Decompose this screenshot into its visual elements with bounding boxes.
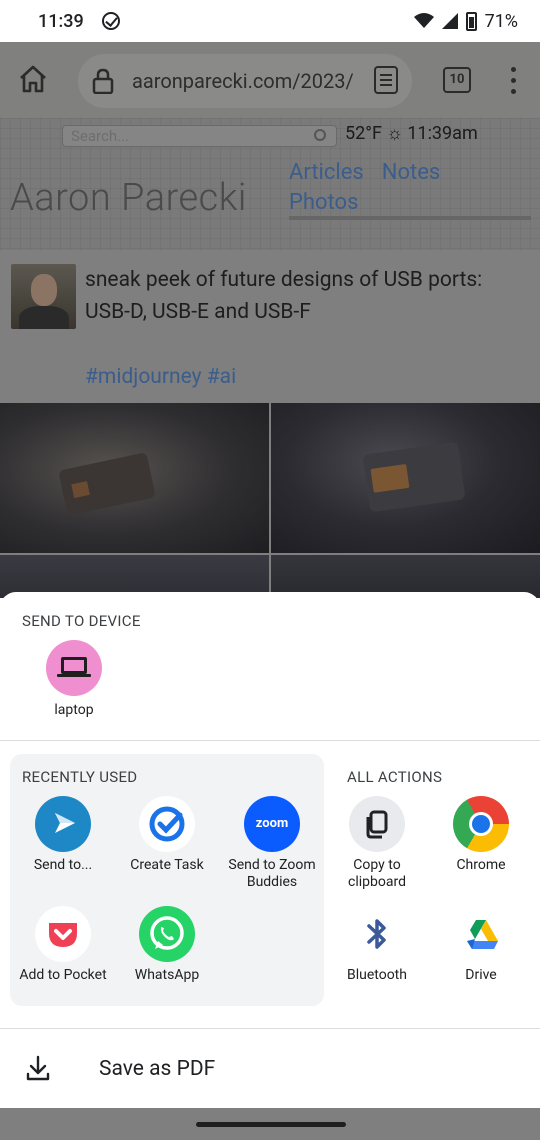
drive-icon: [453, 906, 509, 962]
action-bluetooth[interactable]: Bluetooth: [325, 906, 429, 984]
app-send-to-label: Send to...: [33, 857, 93, 873]
search-icon: [314, 129, 326, 141]
site-search-input[interactable]: Search...: [62, 125, 337, 147]
app-zoom-buddies[interactable]: zoom Send to Zoom Buddies: [220, 796, 324, 891]
save-as-pdf-row[interactable]: Save as PDF: [0, 1029, 540, 1107]
nav-articles[interactable]: Articles: [289, 160, 364, 185]
url-bar[interactable]: aaronparecki.com/2023/: [78, 54, 412, 108]
send-to-device-heading: SEND TO DEVICE: [22, 612, 141, 630]
site-nav: Articles Notes Photos: [289, 158, 458, 218]
app-create-task[interactable]: Create Task: [115, 796, 219, 874]
chrome-icon: [453, 796, 509, 852]
whatsapp-icon: [139, 906, 195, 962]
site-title[interactable]: Aaron Parecki: [10, 176, 247, 220]
save-as-pdf-label: Save as PDF: [99, 1057, 216, 1081]
app-pocket[interactable]: Add to Pocket: [11, 906, 115, 984]
battery-icon: [465, 11, 477, 31]
clipboard-icon: [349, 796, 405, 852]
battery-percent: 71%: [484, 10, 518, 32]
app-create-task-label: Create Task: [130, 857, 204, 873]
home-gesture-handle[interactable]: [196, 1122, 346, 1127]
action-copy-clipboard[interactable]: Copy to clipboard: [325, 796, 429, 891]
photo-usb-1[interactable]: [0, 403, 269, 553]
avatar: [11, 264, 76, 329]
app-zoom-buddies-label: Send to Zoom Buddies: [228, 857, 316, 890]
site-weather: 52°F ☼ 11:39am: [345, 123, 478, 144]
lock-icon: [92, 68, 114, 94]
action-drive-label: Drive: [465, 967, 497, 983]
gesture-nav-bar: [0, 1108, 540, 1140]
bluetooth-icon: [349, 906, 405, 962]
action-chrome-label: Chrome: [456, 857, 506, 873]
app-whatsapp[interactable]: WhatsApp: [115, 906, 219, 984]
app-pocket-label: Add to Pocket: [19, 967, 107, 983]
status-icons: 71%: [413, 10, 518, 32]
tab-switcher-button[interactable]: 10: [443, 67, 471, 93]
site-header: Search... 52°F ☼ 11:39am Aaron Parecki A…: [0, 118, 540, 250]
section-divider: [0, 740, 540, 741]
laptop-icon: [57, 657, 91, 677]
app-send-to[interactable]: Send to...: [11, 796, 115, 874]
nav-notes[interactable]: Notes: [382, 160, 440, 185]
download-icon: [26, 1055, 50, 1081]
photo-grid: [0, 403, 540, 598]
status-bar: 11:39 71%: [0, 0, 540, 42]
action-bluetooth-label: Bluetooth: [347, 967, 407, 983]
share-sheet: SEND TO DEVICE laptop RECENTLY USED ALL …: [0, 592, 540, 1108]
pocket-icon: [35, 906, 91, 962]
device-laptop-circle: [46, 640, 102, 696]
wifi-icon: [413, 13, 434, 28]
action-drive[interactable]: Drive: [429, 906, 533, 984]
device-laptop[interactable]: [46, 640, 102, 696]
post-tags[interactable]: #midjourney #ai: [85, 365, 236, 389]
home-icon[interactable]: [18, 64, 48, 94]
site-search-placeholder: Search...: [71, 127, 129, 145]
app-whatsapp-label: WhatsApp: [134, 967, 200, 983]
action-chrome[interactable]: Chrome: [429, 796, 533, 874]
zoom-icon: zoom: [244, 796, 300, 852]
nav-rule: [289, 216, 531, 220]
all-actions-heading: ALL ACTIONS: [347, 768, 443, 786]
url-text: aaronparecki.com/2023/: [132, 69, 354, 93]
photo-usb-2[interactable]: [271, 403, 540, 553]
task-check-icon: [139, 796, 195, 852]
sync-done-icon: [101, 12, 120, 30]
nav-photos[interactable]: Photos: [289, 190, 358, 215]
reader-mode-icon[interactable]: [374, 66, 398, 94]
overflow-menu-icon[interactable]: [509, 67, 517, 97]
recently-used-heading: RECENTLY USED: [22, 768, 138, 786]
web-page: Search... 52°F ☼ 11:39am Aaron Parecki A…: [0, 118, 540, 598]
post: sneak peek of future designs of USB port…: [0, 250, 540, 402]
post-text: sneak peek of future designs of USB port…: [85, 268, 483, 324]
status-time: 11:39: [38, 10, 84, 32]
browser-toolbar: aaronparecki.com/2023/ 10: [0, 42, 540, 118]
device-laptop-label: laptop: [54, 702, 94, 718]
action-copy-clipboard-label: Copy to clipboard: [348, 857, 406, 890]
cell-signal-icon: [441, 13, 458, 29]
send-to-icon: [35, 796, 91, 852]
